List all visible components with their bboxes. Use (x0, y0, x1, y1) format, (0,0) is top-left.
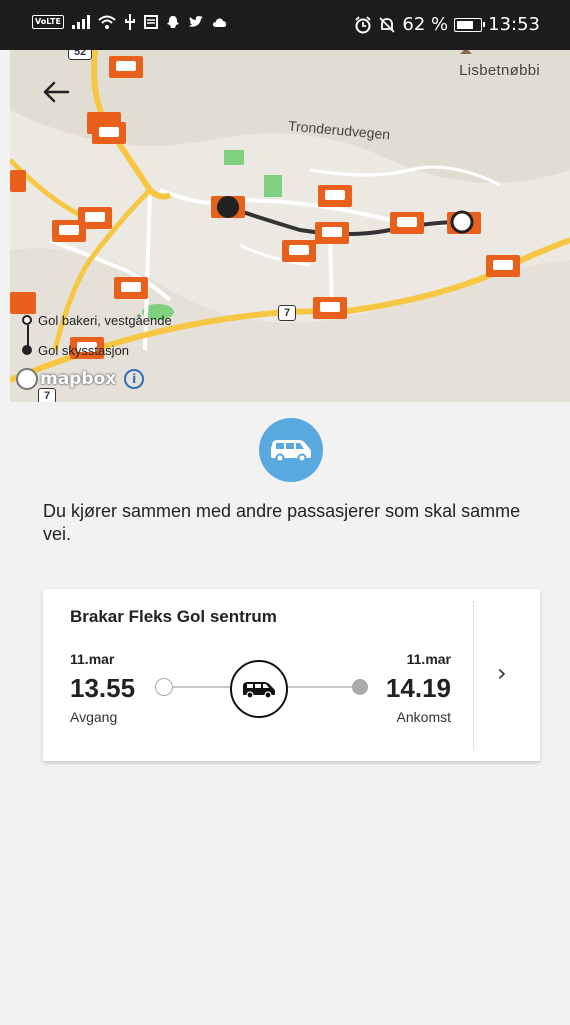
legend-destination-label: Gol skysstasjon (38, 342, 130, 358)
shared-ride-info: Du kjører sammen med andre passasjerer s… (43, 501, 521, 544)
arrival-dot-icon (352, 679, 368, 695)
cloud-icon (212, 18, 227, 27)
place-label: Lisbetnøbbi (459, 62, 540, 79)
snapchat-icon (166, 16, 179, 28)
volte-icon: VoLTE (32, 15, 64, 29)
twitter-icon (188, 15, 203, 27)
route-legend: Gol bakeri, vestgående Gol skysstasjon (22, 305, 172, 365)
alarm-icon (355, 15, 372, 33)
card-divider (473, 601, 474, 749)
mapbox-attribution: mapbox i (16, 368, 145, 390)
road-shield: 7 (278, 305, 297, 321)
clock: 13:53 (488, 14, 540, 35)
arrival-date: 11.mar (406, 651, 451, 667)
departure-label: Avgang (70, 709, 118, 725)
arrival-time: 14.19 (385, 673, 451, 703)
departure-date: 11.mar (70, 651, 115, 667)
road-shield: 7 (38, 388, 57, 402)
news-icon (143, 15, 158, 29)
mapbox-logo-icon (16, 368, 38, 390)
van-icon (259, 418, 323, 482)
wifi-icon (98, 15, 116, 29)
status-bar: VoLTE 62 % 13:53 (0, 0, 570, 50)
departure-dot-icon (155, 678, 173, 696)
usb-icon (124, 14, 135, 30)
legend-origin: Gol bakeri, vestgående (22, 305, 172, 335)
park (224, 150, 244, 165)
battery-icon (454, 17, 486, 32)
back-button[interactable] (36, 72, 76, 112)
mute-icon (379, 16, 396, 33)
legend-destination: Gol skysstasjon (22, 335, 172, 365)
battery-percent: 62 % (402, 14, 449, 35)
destination-marker[interactable] (450, 210, 474, 234)
status-bar-right: 62 % 13:53 (354, 14, 540, 35)
status-bar-left: VoLTE (32, 14, 228, 30)
route-map[interactable]: Lisbetnøbbi Tronderudvegen 52 7 7 Gol ba… (10, 50, 570, 402)
chevron-right-icon[interactable]: › (497, 659, 507, 687)
arrival-label: Ankomst (396, 709, 451, 725)
legend-connector (27, 325, 29, 347)
origin-marker[interactable] (217, 196, 239, 218)
road-shield: 52 (68, 50, 93, 60)
back-arrow-icon (43, 81, 70, 103)
mapbox-wordmark: mapbox (40, 369, 117, 389)
origin-dot-icon (22, 315, 32, 325)
info-icon[interactable]: i (124, 369, 145, 389)
park (264, 175, 282, 197)
trip-title: Brakar Fleks Gol sentrum (70, 607, 277, 626)
trip-card[interactable]: Brakar Fleks Gol sentrum 11.mar 13.55 Av… (43, 589, 540, 761)
car-icon (230, 660, 288, 718)
departure-time: 13.55 (70, 673, 136, 703)
legend-origin-label: Gol bakeri, vestgående (38, 312, 172, 328)
signal-icon (71, 15, 90, 29)
